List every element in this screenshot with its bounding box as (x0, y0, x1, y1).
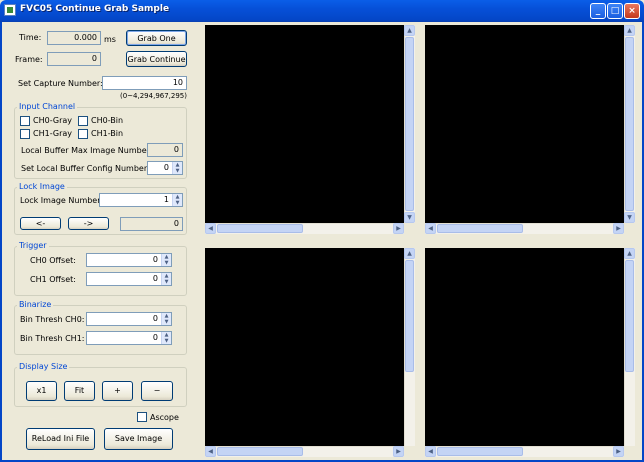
image-view-1-vthumb[interactable] (405, 37, 414, 211)
lock-image-value: 0 (120, 217, 183, 231)
ch0-bin-checkbox[interactable] (78, 116, 88, 126)
capture-number-label: Set Capture Number: (18, 79, 103, 88)
ch1-offset-label: CH1 Offset: (30, 275, 76, 284)
max-image-value: 0 (147, 143, 183, 157)
lock-image-number-spinner[interactable]: ▲ ▼ (172, 194, 182, 206)
image-view-2-scroll-right-icon[interactable]: ▶ (613, 223, 624, 234)
image-view-1[interactable] (205, 25, 404, 223)
image-view-3-scroll-left-icon[interactable]: ◀ (205, 446, 216, 457)
time-value: 0.000 (47, 31, 101, 45)
zoom-fit-button[interactable]: Fit (64, 381, 95, 401)
ascope-checkbox[interactable] (137, 412, 147, 422)
lock-image-number-label: Lock Image Number: (20, 196, 104, 205)
ch0-gray-label: CH0-Gray (33, 116, 72, 125)
config-number-spinner[interactable]: ▲ ▼ (172, 162, 182, 174)
image-view-1-scroll-up-icon[interactable]: ▲ (404, 25, 415, 36)
image-view-3-vthumb[interactable] (405, 260, 414, 372)
max-image-label: Local Buffer Max Image Number: (21, 146, 153, 155)
ch1-offset-spinner[interactable]: ▲ ▼ (161, 273, 171, 285)
zoom-out-button[interactable]: − (141, 381, 173, 401)
app-icon (4, 4, 16, 16)
lock-image-title: Lock Image (17, 182, 67, 191)
bin-thresh-ch1-input[interactable]: 0 (86, 331, 172, 345)
image-view-1-scroll-right-icon[interactable]: ▶ (393, 223, 404, 234)
ch0-gray-checkbox[interactable] (20, 116, 30, 126)
image-view-2-hthumb[interactable] (437, 224, 523, 233)
frame-label: Frame: (15, 55, 43, 64)
image-view-2-scroll-left-icon[interactable]: ◀ (425, 223, 436, 234)
image-view-1-hthumb[interactable] (217, 224, 303, 233)
ch0-offset-spinner[interactable]: ▲ ▼ (161, 254, 171, 266)
grab-continue-button[interactable]: Grab Continue (126, 51, 187, 67)
maximize-icon[interactable]: □ (607, 3, 623, 19)
image-view-4-scroll-right-icon[interactable]: ▶ (613, 446, 624, 457)
ch0-offset-input[interactable]: 0 (86, 253, 172, 267)
image-view-4-vthumb[interactable] (625, 260, 634, 372)
ascope-label: Ascope (150, 413, 179, 422)
bin-thresh-ch1-label: Bin Thresh CH1: (20, 334, 85, 343)
ch1-offset-input[interactable]: 0 (86, 272, 172, 286)
ch1-bin-checkbox[interactable] (78, 129, 88, 139)
image-view-1-scroll-left-icon[interactable]: ◀ (205, 223, 216, 234)
bin-thresh-ch0-spinner[interactable]: ▲ ▼ (161, 313, 171, 325)
save-image-button[interactable]: Save Image (104, 428, 173, 450)
image-view-4-hthumb[interactable] (437, 447, 523, 456)
display-size-title: Display Size (17, 362, 70, 371)
image-view-2-scroll-up-icon[interactable]: ▲ (624, 25, 635, 36)
ch1-gray-label: CH1-Gray (33, 129, 72, 138)
image-view-2-vthumb[interactable] (625, 37, 634, 211)
lock-image-number-input[interactable]: 1 (99, 193, 183, 207)
bin-thresh-ch0-input[interactable]: 0 (86, 312, 172, 326)
frame-value: 0 (47, 52, 101, 66)
time-label: Time: (19, 33, 42, 42)
ch0-offset-label: CH0 Offset: (30, 256, 76, 265)
image-view-4-scroll-left-icon[interactable]: ◀ (425, 446, 436, 457)
reload-ini-button[interactable]: ReLoad Ini File (26, 428, 95, 450)
image-view-3-scroll-right-icon[interactable]: ▶ (393, 446, 404, 457)
zoom-in-button[interactable]: + (102, 381, 133, 401)
bin-thresh-ch1-spinner[interactable]: ▲ ▼ (161, 332, 171, 344)
zoom-x1-button[interactable]: x1 (26, 381, 57, 401)
image-view-2[interactable] (425, 25, 624, 223)
lock-next-button[interactable]: -> (68, 217, 109, 230)
ch0-bin-label: CH0-Bin (91, 116, 124, 125)
image-view-2-scroll-down-icon[interactable]: ▼ (624, 212, 635, 223)
lock-prev-button[interactable]: <- (20, 217, 61, 230)
image-view-4-scroll-up-icon[interactable]: ▲ (624, 248, 635, 259)
input-channel-title: Input Channel (17, 102, 78, 111)
bin-thresh-ch0-label: Bin Thresh CH0: (20, 315, 85, 324)
ch1-gray-checkbox[interactable] (20, 129, 30, 139)
grab-one-button[interactable]: Grab One (126, 30, 187, 46)
config-number-label: Set Local Buffer Config Number: (21, 164, 150, 173)
image-view-3[interactable] (205, 248, 404, 446)
time-unit: ms (104, 35, 116, 44)
image-view-1-scroll-down-icon[interactable]: ▼ (404, 212, 415, 223)
capture-range-hint: (0~4,294,967,295) (120, 92, 187, 100)
image-view-3-hthumb[interactable] (217, 447, 303, 456)
binarize-title: Binarize (17, 300, 54, 309)
ch1-bin-label: CH1-Bin (91, 129, 124, 138)
minimize-icon[interactable]: _ (590, 3, 606, 19)
close-icon[interactable]: × (624, 3, 640, 19)
capture-number-input[interactable]: 10 (102, 76, 187, 90)
image-view-3-scroll-up-icon[interactable]: ▲ (404, 248, 415, 259)
image-view-4[interactable] (425, 248, 624, 446)
window-title: FVC05 Continue Grab Sample (20, 4, 170, 14)
trigger-title: Trigger (17, 241, 49, 250)
